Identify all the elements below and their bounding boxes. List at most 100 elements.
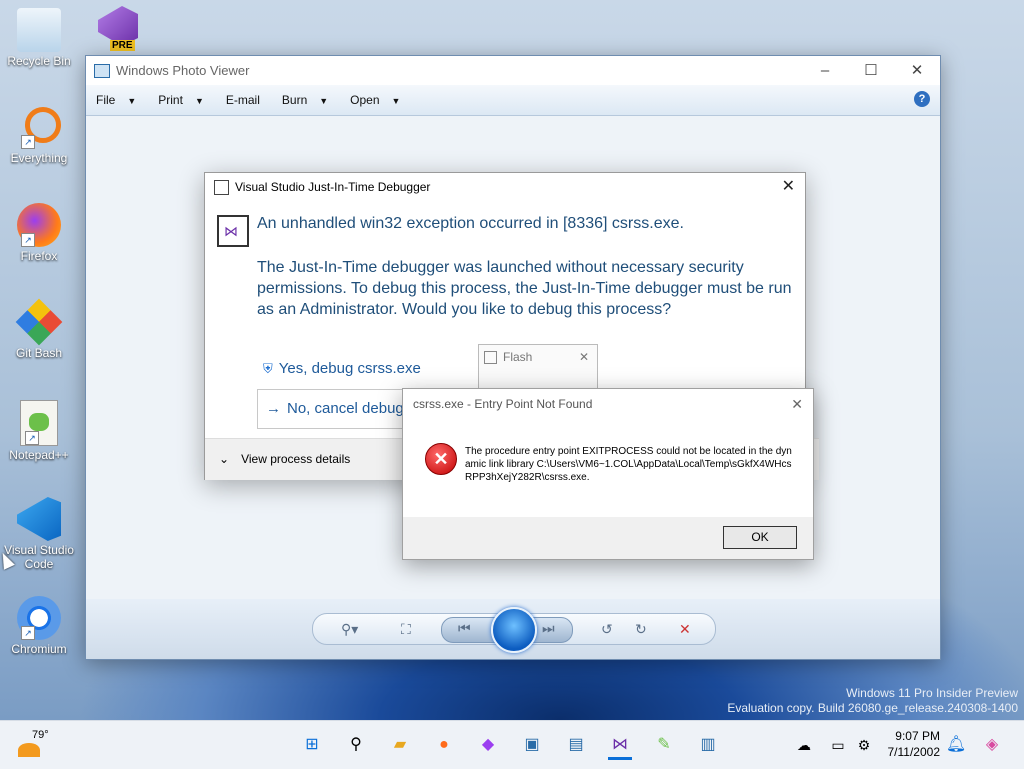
notepad-plus-plus-icon: ↗: [20, 400, 58, 446]
yes-debug-label: Yes, debug csrss.exe: [278, 360, 421, 377]
menu-label: File: [96, 93, 116, 107]
error-body: ✕ The procedure entry point EXITPROCESS …: [403, 419, 813, 517]
menu-label: Print: [158, 93, 183, 107]
close-button[interactable]: ✕: [579, 345, 589, 369]
close-button[interactable]: ✕: [791, 389, 803, 419]
shortcut-arrow-icon: ↗: [21, 135, 35, 149]
error-titlebar[interactable]: csrss.exe - Entry Point Not Found ✕: [403, 389, 813, 419]
recycle-bin-icon: [17, 8, 61, 52]
dialog-title: Visual Studio Just-In-Time Debugger: [235, 180, 431, 194]
view-details-label: View process details: [241, 452, 351, 466]
weather-temperature: 79°: [32, 729, 49, 741]
yes-debug-button[interactable]: ⛨ Yes, debug csrss.exe: [263, 360, 421, 377]
next-icon[interactable]: ⏭: [542, 620, 555, 637]
desktop-icon-label: Visual Studio Code: [4, 543, 74, 571]
copilot-icon[interactable]: ◈: [980, 733, 1004, 757]
firefox-taskbar-icon[interactable]: ●: [432, 733, 456, 757]
photo-viewer-menubar: File ▼ Print ▼ E-mail Burn ▼ Open ▼: [86, 85, 940, 116]
error-title: csrss.exe - Entry Point Not Found: [413, 397, 593, 411]
zoom-icon[interactable]: ⚲▾: [341, 621, 358, 638]
notification-bell-icon[interactable]: 🔔︎: [944, 733, 968, 757]
slideshow-button[interactable]: [491, 607, 537, 653]
maximize-button[interactable]: ☐: [848, 56, 894, 85]
help-icon[interactable]: ?: [914, 91, 930, 107]
taskbar: 79° ⊞ ⚲ ▰ ● ◆ ▣ ▤ ⋈ ✎ ▥ ☁ ▭ ⚙ 9:07 PM 7/…: [0, 720, 1024, 769]
window-taskbar-icon[interactable]: ▥: [696, 733, 720, 757]
display-icon[interactable]: ▭: [826, 733, 850, 757]
actual-size-icon[interactable]: ⛶: [401, 621, 411, 638]
settings-icon[interactable]: ⚙: [852, 733, 876, 757]
search-icon[interactable]: ⚲: [344, 733, 368, 757]
rotate-counterclockwise-icon[interactable]: ↺: [601, 621, 613, 638]
notepad-taskbar-icon[interactable]: ✎: [652, 733, 676, 757]
system-clock[interactable]: 9:07 PM 7/11/2002: [884, 728, 941, 760]
menu-label: Open: [350, 93, 380, 107]
network-offline-icon[interactable]: ☁: [792, 733, 816, 757]
flash-titlebar[interactable]: Flash ✕: [479, 345, 597, 369]
chevron-down-icon: ▼: [319, 96, 329, 106]
visual-studio-icon: [214, 180, 229, 195]
minimize-button[interactable]: –: [802, 56, 848, 85]
error-message: The procedure entry point EXITPROCESS co…: [465, 446, 792, 483]
photo-viewer-taskbar-icon[interactable]: ▣: [520, 733, 544, 757]
desktop-icon-visual-studio-preview[interactable]: PRE: [88, 6, 148, 51]
arrow-right-icon: →: [266, 400, 281, 417]
flash-window: Flash ✕: [478, 344, 598, 391]
photo-viewer-app-icon: [94, 64, 110, 78]
shortcut-arrow-icon: ↗: [21, 626, 35, 640]
menu-burn[interactable]: Burn ▼: [282, 93, 328, 107]
flash-app-icon: [484, 351, 497, 364]
desktop-icon-git-bash[interactable]: Git Bash: [3, 298, 75, 360]
evaluation-watermark: Windows 11 Pro Insider Preview Evaluatio…: [727, 686, 1018, 716]
desktop-icon-vscode[interactable]: Visual Studio Code: [3, 497, 75, 571]
menu-open[interactable]: Open ▼: [350, 93, 400, 107]
ok-button[interactable]: OK: [723, 526, 797, 549]
dialog-heading: An unhandled win32 exception occurred in…: [257, 215, 684, 232]
start-icon[interactable]: ⊞: [300, 733, 324, 757]
file-explorer-icon[interactable]: ▰: [388, 733, 412, 757]
firefox-icon: ↗: [17, 203, 61, 247]
desktop-icon-label: Everything: [10, 151, 68, 165]
clock-time: 9:07 PM: [895, 729, 940, 743]
visual-studio-taskbar-icon[interactable]: ◆: [476, 733, 500, 757]
rotate-clockwise-icon[interactable]: ↻: [635, 621, 647, 638]
menu-email[interactable]: E-mail: [226, 93, 260, 107]
chevron-down-icon: ▼: [127, 96, 137, 106]
debugger-icon: [217, 215, 249, 247]
dialog-message: The Just-In-Time debugger was launched w…: [257, 259, 792, 318]
jit-titlebar[interactable]: Visual Studio Just-In-Time Debugger ✕: [205, 173, 805, 201]
watermark-line2: Evaluation copy. Build 26080.ge_release.…: [727, 701, 1018, 715]
desktop-icon-label: Firefox: [20, 249, 58, 263]
shortcut-arrow-icon: ↗: [21, 233, 35, 247]
watermark-line1: Windows 11 Pro Insider Preview: [846, 686, 1018, 700]
chevron-down-icon: ▼: [194, 96, 204, 106]
desktop-icon-notepad-plus-plus[interactable]: ↗ Notepad++: [3, 400, 75, 462]
desktop-icon-firefox[interactable]: ↗ Firefox: [3, 203, 75, 263]
menu-label: E-mail: [225, 93, 260, 107]
vscode-icon: [17, 497, 61, 541]
weather-icon: [18, 743, 40, 757]
chromium-icon: ↗: [17, 596, 61, 640]
menu-print[interactable]: Print ▼: [158, 93, 204, 107]
close-button[interactable]: ✕: [782, 173, 795, 201]
close-button[interactable]: ✕: [894, 56, 940, 85]
viewer-controls-area: ⚲▾ ⛶ ⏮ ⏭ ↺ ↻ ✕: [86, 599, 940, 659]
desktop-icon-label: Recycle Bin: [7, 54, 71, 68]
desktop-icon-chromium[interactable]: ↗ Chromium: [3, 596, 75, 656]
app-taskbar-icon[interactable]: ▤: [564, 733, 588, 757]
desktop-icon-label: Chromium: [11, 642, 67, 656]
desktop-icon-label: Git Bash: [15, 346, 63, 360]
desktop-icon-everything[interactable]: ↗ Everything: [3, 105, 75, 165]
photo-viewer-titlebar[interactable]: Windows Photo Viewer – ☐ ✕: [86, 56, 940, 85]
preview-badge: PRE: [110, 40, 135, 51]
flash-title: Flash: [503, 350, 533, 364]
chevron-down-icon: ▼: [391, 96, 401, 106]
previous-icon[interactable]: ⏮: [458, 620, 471, 637]
shortcut-arrow-icon: ↗: [25, 431, 39, 445]
jit-debugger-taskbar-icon[interactable]: ⋈: [608, 733, 632, 760]
clock-date: 7/11/2002: [887, 745, 941, 759]
everything-search-icon: ↗: [17, 105, 61, 149]
delete-icon[interactable]: ✕: [679, 621, 691, 638]
menu-file[interactable]: File ▼: [96, 93, 136, 107]
desktop-icon-recycle-bin[interactable]: Recycle Bin: [3, 8, 75, 68]
